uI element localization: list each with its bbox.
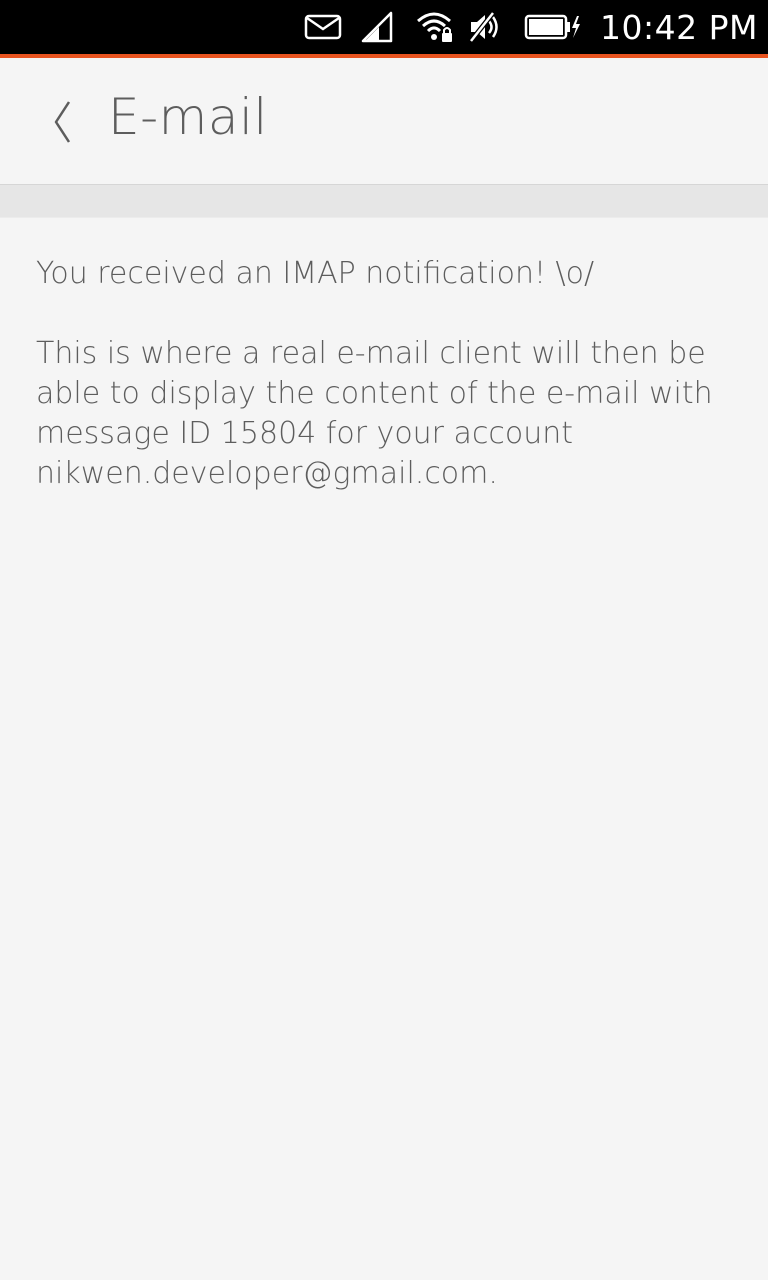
battery-charging-icon[interactable] [520, 0, 586, 54]
signal-icon[interactable] [354, 0, 400, 54]
message-body: This is where a real e-mail client will … [36, 336, 713, 491]
chevron-left-icon [54, 101, 71, 143]
status-icons: 10:42 PM [298, 0, 758, 54]
notification-heading: You received an IMAP notification! \o/ [36, 256, 595, 291]
wifi-lock-icon[interactable] [412, 0, 456, 54]
status-bar: 10:42 PM [0, 0, 768, 54]
mute-icon[interactable] [462, 0, 506, 54]
header-divider [0, 185, 768, 218]
page-header: E-mail [0, 58, 768, 185]
mail-icon[interactable] [298, 0, 348, 54]
message-content: You received an IMAP notification! \o/ T… [36, 254, 736, 494]
page-title: E-mail [108, 88, 268, 146]
status-clock: 10:42 PM [600, 7, 758, 47]
back-button[interactable] [36, 92, 88, 152]
